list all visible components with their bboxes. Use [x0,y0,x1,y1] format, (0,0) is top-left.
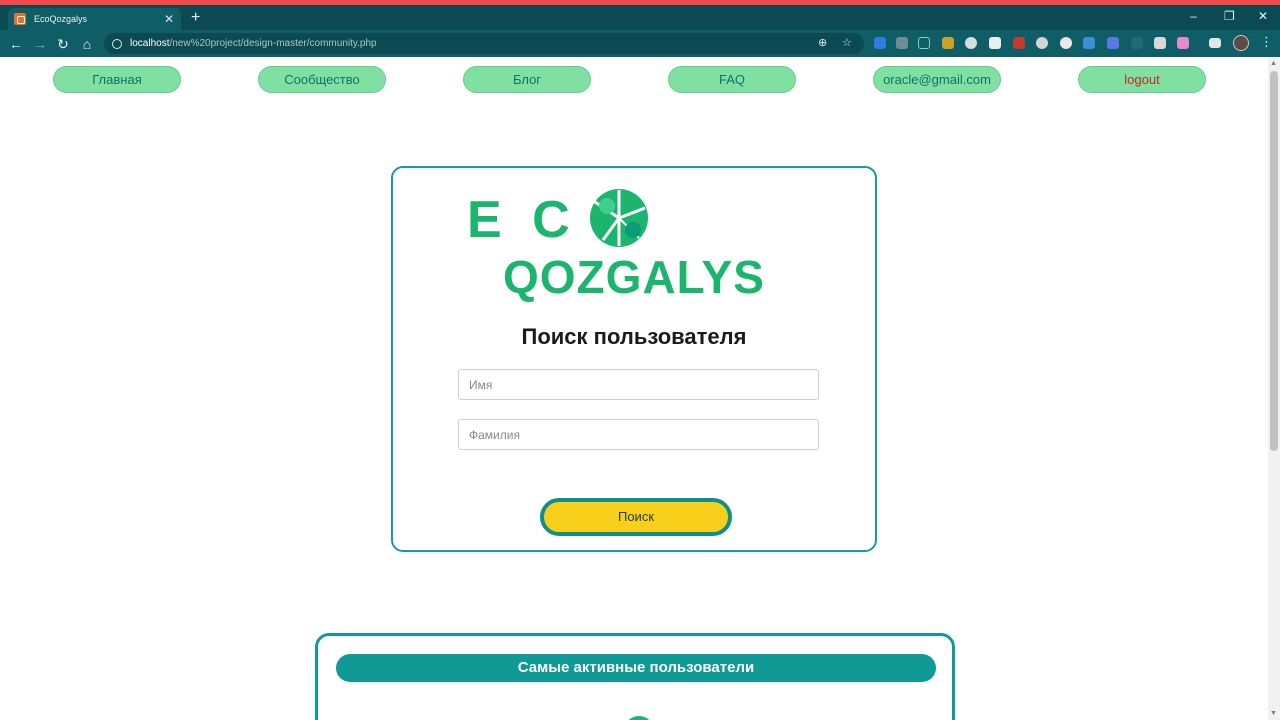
extension-screenshot-icon[interactable] [918,37,930,49]
menu-kebab-icon[interactable]: ⋮ [1260,34,1273,50]
search-heading: Поиск пользователя [521,324,747,349]
extension-ruler-icon[interactable] [896,37,908,49]
extension-bookmark-icon[interactable] [989,37,1001,49]
site-info-icon[interactable] [112,38,122,49]
extension-gradient-icon[interactable] [1177,37,1189,49]
logo-text-qozgalys: QOZGALYS [503,251,765,303]
extension-face-icon[interactable] [965,37,977,49]
nav-home[interactable]: Главная [53,66,181,93]
reload-icon[interactable]: ↻ [55,36,71,52]
scroll-down-icon[interactable]: ▼ [1270,710,1277,717]
page-scrollbar[interactable]: ▲ ▼ [1268,57,1280,720]
favicon-icon [14,13,26,25]
last-name-input[interactable] [458,419,819,450]
nav-user-email[interactable]: oracle@gmail.com [873,66,1001,93]
home-icon[interactable]: ⌂ [79,36,95,52]
extension-pdf-icon[interactable] [1013,37,1025,49]
browser-toolbar: ← → ↻ ⌂ localhost/new%20project/design-m… [0,30,1280,57]
bookmark-star-icon[interactable]: ☆ [842,36,852,49]
nav-faq[interactable]: FAQ [668,66,796,93]
first-name-input[interactable] [458,369,819,400]
tab-title: EcoQozgalys [34,14,88,24]
back-icon[interactable]: ← [8,36,24,52]
active-users-title: Самые активные пользователи [336,654,936,682]
extension-pen-icon[interactable] [874,37,886,49]
scrollbar-thumb[interactable] [1270,71,1278,451]
url-host: localhost [130,38,170,49]
browser-tab[interactable]: EcoQozgalys ✕ [8,8,181,30]
url-path: /new%20project/design-master/community.p… [169,38,377,49]
leaf-globe-icon [590,189,648,247]
nav-logout[interactable]: logout [1078,66,1206,93]
nav-blog[interactable]: Блог [463,66,591,93]
logo-text-eco: E C [467,191,578,249]
eco-qozgalys-logo: E C QOZGALYS [467,186,807,306]
user-search-card: E C QOZGALYS Поиск пользователя Поиск [391,166,877,552]
scroll-up-icon[interactable]: ▲ [1270,60,1277,67]
extension-photo-icon[interactable] [1083,37,1095,49]
new-tab-button[interactable]: + [191,10,200,26]
page-content: Главная Сообщество Блог FAQ oracle@gmail… [0,57,1268,720]
forward-icon[interactable]: → [32,36,48,52]
extension-translate-icon[interactable] [1107,37,1119,49]
address-bar[interactable]: localhost/new%20project/design-master/co… [104,33,864,54]
close-window-icon[interactable]: ✕ [1258,10,1268,22]
restore-icon[interactable]: ❐ [1224,10,1235,22]
nav-community[interactable]: Сообщество [258,66,386,93]
zoom-icon[interactable]: ⊕ [818,36,827,49]
search-button[interactable]: Поиск [540,498,732,536]
extension-crop-icon[interactable] [942,37,954,49]
tab-bar: EcoQozgalys ✕ + – ❐ ✕ [0,5,1280,30]
active-users-card: Самые активные пользователи [315,633,955,720]
close-tab-icon[interactable]: ✕ [163,13,175,25]
extension-arrows-icon[interactable] [1131,37,1143,49]
user-avatar[interactable] [624,716,654,720]
extension-camera-icon[interactable] [1154,37,1166,49]
extension-circle-icon[interactable] [1060,37,1072,49]
profile-avatar[interactable] [1233,35,1249,51]
reading-list-icon[interactable] [1209,38,1221,48]
minimize-icon[interactable]: – [1190,10,1197,22]
extension-bulb-icon[interactable] [1036,37,1048,49]
